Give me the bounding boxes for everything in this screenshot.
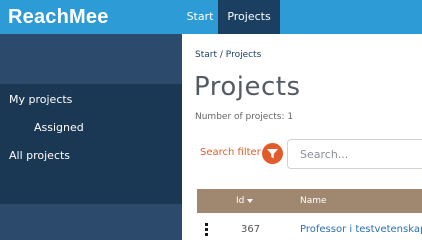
project-count: Number of projects: 1: [195, 112, 294, 122]
row-menu-icon[interactable]: [205, 223, 209, 237]
search-filter-label[interactable]: Search filter: [200, 147, 261, 158]
main-content: Start / Projects Projects Number of proj…: [182, 34, 422, 240]
funnel-icon[interactable]: [262, 143, 283, 164]
nav-projects[interactable]: Projects: [218, 0, 280, 34]
breadcrumb-start-link[interactable]: Start: [195, 50, 217, 60]
nav-start[interactable]: Start: [182, 0, 218, 34]
column-header-id-label: Id: [236, 196, 245, 206]
table-header: Id Name: [197, 189, 422, 213]
sidebar-item-all-projects[interactable]: All projects: [0, 142, 182, 170]
sort-desc-icon: [247, 198, 254, 203]
breadcrumb-separator: /: [219, 50, 223, 60]
row-id: 367: [241, 224, 261, 235]
app-logo[interactable]: ReachMee: [0, 0, 182, 34]
sidebar-item-my-projects[interactable]: My projects: [0, 86, 182, 114]
table-row: 367 Professor i testvetenskap: [197, 219, 422, 240]
breadcrumb: Start / Projects: [195, 50, 261, 60]
column-header-id[interactable]: Id: [236, 189, 254, 213]
column-header-name[interactable]: Name: [300, 189, 327, 213]
row-name-link[interactable]: Professor i testvetenskap: [300, 219, 422, 240]
sidebar-menu: My projects Assigned All projects: [0, 84, 182, 204]
breadcrumb-current: Projects: [225, 50, 262, 60]
sidebar-item-assigned[interactable]: Assigned: [0, 114, 182, 142]
search-input[interactable]: [287, 139, 422, 169]
sidebar: My projects Assigned All projects: [0, 34, 182, 240]
page-title: Projects: [194, 72, 301, 102]
